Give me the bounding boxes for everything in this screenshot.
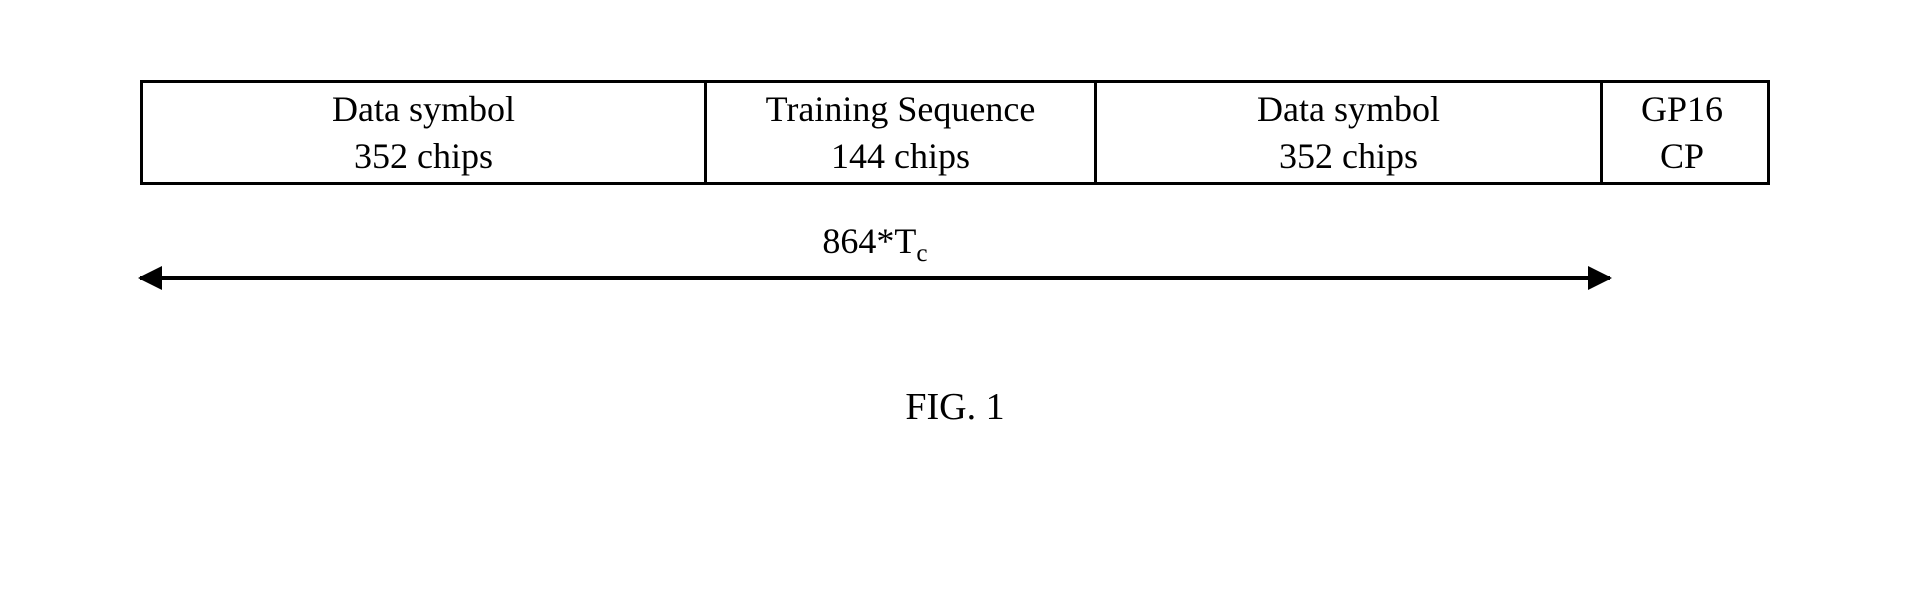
cell-value: CP (1660, 133, 1704, 180)
duration-prefix: 864*T (822, 221, 916, 261)
cell-label: GP16 (1641, 86, 1723, 133)
cell-label: Data symbol (1257, 86, 1440, 133)
duration-indicator: 864*Tc (140, 220, 1610, 290)
cell-value: 352 chips (1279, 133, 1418, 180)
cell-value: 352 chips (354, 133, 493, 180)
data-symbol-cell-2: Data symbol 352 chips (1097, 83, 1603, 182)
duration-label: 864*Tc (140, 220, 1610, 268)
figure-caption: FIG. 1 (140, 385, 1770, 429)
data-symbol-cell-1: Data symbol 352 chips (143, 83, 707, 182)
guard-period-cell: GP16 CP (1603, 83, 1761, 182)
frame-structure: Data symbol 352 chips Training Sequence … (140, 80, 1770, 185)
double-arrow-icon (140, 276, 1610, 280)
cell-value: 144 chips (831, 133, 970, 180)
duration-subscript: c (916, 240, 927, 267)
cell-label: Data symbol (332, 86, 515, 133)
training-sequence-cell: Training Sequence 144 chips (707, 83, 1097, 182)
cell-label: Training Sequence (766, 86, 1036, 133)
